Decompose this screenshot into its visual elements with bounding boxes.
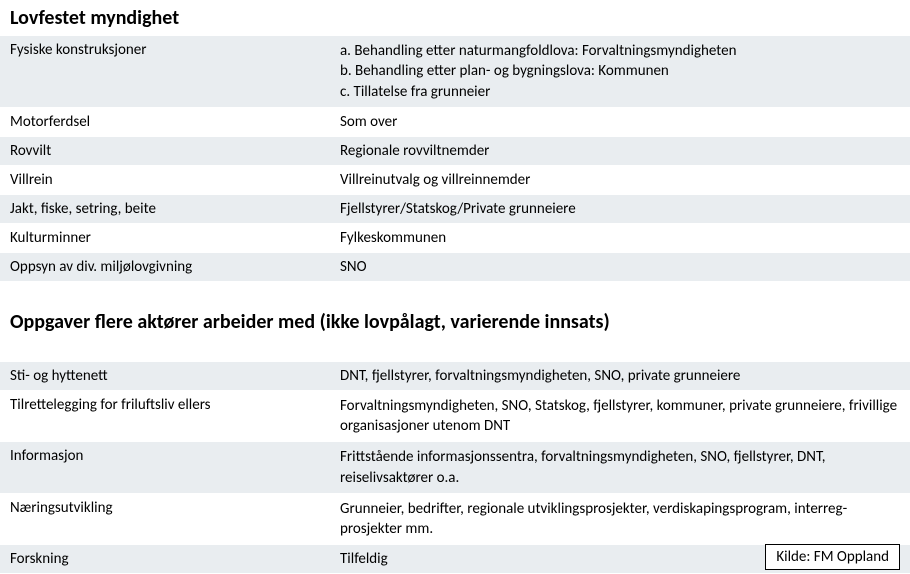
row-label: Motorferdsel (0, 108, 330, 136)
row-value: Fjellstyrer/Statskog/Private grunneiere (330, 195, 910, 223)
row-label: Rovvilt (0, 137, 330, 165)
row-value: Fylkeskommunen (330, 224, 910, 252)
section1-title: Lovfestet myndighet (0, 0, 910, 36)
row-value: SNO (330, 253, 910, 281)
row-value: Frittstående informasjonssentra, forvalt… (330, 442, 910, 493)
table-row: Villrein Villreinutvalg og villreinnemde… (0, 166, 910, 195)
row-label: Fysiske konstruksjoner (0, 36, 330, 107)
table-row: Kulturminner Fylkeskommunen (0, 224, 910, 253)
row-label: Villrein (0, 166, 330, 194)
row-value: DNT, fjellstyrer, forvaltningsmyndighete… (330, 362, 910, 390)
row-label: Næringsutvikling (0, 494, 330, 545)
row-value: Forvaltningsmyndigheten, SNO, Statskog, … (330, 391, 910, 442)
row-value: Som over (330, 108, 910, 136)
row-label: Forskning (0, 545, 330, 573)
table-row: Fysiske konstruksjoner a. Behandling ett… (0, 36, 910, 108)
row-label: Informasjon (0, 442, 330, 493)
table-row: Informasjon Frittstående informasjonssen… (0, 442, 910, 494)
row-label: Oppsyn av div. miljølovgivning (0, 253, 330, 281)
row-label: Jakt, fiske, setring, beite (0, 195, 330, 223)
table-row: Motorferdsel Som over (0, 108, 910, 137)
row-value: Grunneier, bedrifter, regionale utviklin… (330, 494, 910, 545)
source-citation: Kilde: FM Oppland (765, 544, 900, 570)
table-row: Sti- og hyttenett DNT, fjellstyrer, forv… (0, 362, 910, 391)
section2-title: Oppgaver flere aktører arbeider med (ikk… (0, 304, 910, 340)
table-row: Tilrettelegging for friluftsliv ellers F… (0, 391, 910, 443)
table-row: Oppsyn av div. miljølovgivning SNO (0, 253, 910, 282)
table-row: Rovvilt Regionale rovviltnemder (0, 137, 910, 166)
row-label: Sti- og hyttenett (0, 362, 330, 390)
row-value: Regionale rovviltnemder (330, 137, 910, 165)
row-label: Tilrettelegging for friluftsliv ellers (0, 391, 330, 442)
table-row: Jakt, fiske, setring, beite Fjellstyrer/… (0, 195, 910, 224)
row-label: Kulturminner (0, 224, 330, 252)
table-row: Næringsutvikling Grunneier, bedrifter, r… (0, 494, 910, 546)
row-value: a. Behandling etter naturmangfoldlova: F… (330, 36, 910, 107)
row-value: Villreinutvalg og villreinnemder (330, 166, 910, 194)
